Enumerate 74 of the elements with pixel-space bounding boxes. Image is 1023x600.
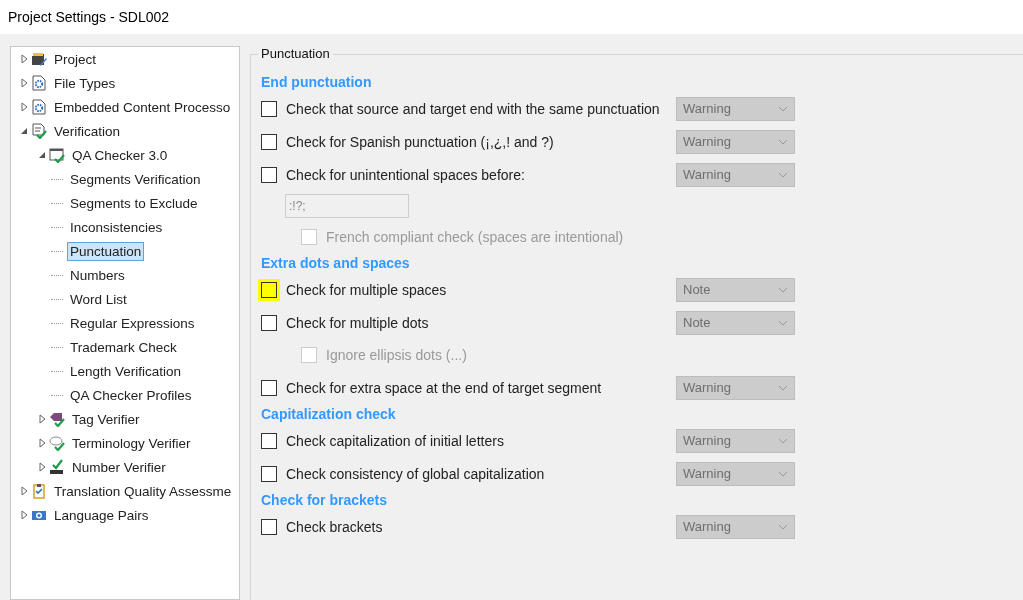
- tree-item[interactable]: Word List: [67, 289, 130, 309]
- group-title: Punctuation: [258, 46, 333, 61]
- tree-item[interactable]: Inconsistencies: [67, 217, 166, 237]
- folder-icon: [31, 51, 47, 67]
- caret-icon: [778, 470, 788, 477]
- collapse-arrow-icon[interactable]: [37, 150, 47, 160]
- tree-item[interactable]: Numbers: [67, 265, 128, 285]
- window-title: Project Settings - SDL002: [8, 9, 170, 25]
- caret-icon: [778, 523, 788, 530]
- expand-arrow-icon[interactable]: [19, 486, 29, 496]
- tree-item[interactable]: Embedded Content Processo: [51, 97, 234, 117]
- caret-icon: [778, 437, 788, 444]
- tree-item[interactable]: Tag Verifier: [69, 409, 143, 429]
- tree-item[interactable]: Number Verifier: [69, 457, 169, 477]
- expand-arrow-icon[interactable]: [37, 462, 47, 472]
- checkbox[interactable]: [261, 281, 277, 298]
- section-heading: End punctuation: [261, 74, 372, 90]
- tree-item[interactable]: Regular Expressions: [67, 313, 198, 333]
- clipboard-check-icon: [31, 483, 47, 499]
- expand-arrow-icon[interactable]: [37, 438, 47, 448]
- tree-item[interactable]: Segments Verification: [67, 169, 204, 189]
- caret-icon: [778, 319, 788, 326]
- section-heading: Capitalization check: [261, 406, 396, 422]
- tag-check-icon: [49, 411, 65, 427]
- tree-item[interactable]: Language Pairs: [51, 505, 152, 525]
- tree-item[interactable]: Length Verification: [67, 361, 185, 381]
- tree-item[interactable]: Terminology Verifier: [69, 433, 194, 453]
- checkbox[interactable]: [261, 465, 277, 482]
- tree-item[interactable]: File Types: [51, 73, 119, 93]
- caret-icon: [778, 384, 788, 391]
- document-check-icon: [31, 123, 47, 139]
- checkbox[interactable]: [261, 379, 277, 396]
- tree-item[interactable]: Segments to Exclude: [67, 193, 201, 213]
- tree-item[interactable]: QA Checker 3.0: [69, 145, 171, 165]
- checkbox-label: Check that source and target end with the same punctuation: [286, 100, 661, 117]
- tree-item[interactable]: Translation Quality Assessme: [51, 481, 235, 501]
- speech-check-icon: [49, 435, 65, 451]
- caret-icon: [778, 171, 788, 178]
- checkbox[interactable]: [261, 166, 277, 183]
- document-gear-icon: [31, 75, 47, 91]
- expand-arrow-icon[interactable]: [37, 414, 47, 424]
- window-check-icon: [49, 147, 65, 163]
- checkbox-label: French compliant check (spaces are intentional): [326, 229, 625, 245]
- tree-item[interactable]: Project: [51, 49, 100, 69]
- checkbox-label: Check consistency of global capitalization: [286, 465, 546, 482]
- checkbox-label: Check capitalization of initial letters: [286, 432, 505, 449]
- expand-arrow-icon[interactable]: [19, 54, 29, 64]
- tree-item[interactable]: Verification: [51, 121, 124, 141]
- expand-arrow-icon[interactable]: [19, 78, 29, 88]
- section-heading: Check for brackets: [261, 492, 388, 508]
- checkbox[interactable]: [261, 432, 277, 449]
- tree-item[interactable]: Punctuation: [67, 241, 145, 261]
- checkbox-label: Check for multiple dots: [286, 314, 430, 331]
- caret-icon: [778, 286, 788, 293]
- checkbox-label: Check for extra space at the end of target segment: [286, 379, 603, 396]
- collapse-arrow-icon[interactable]: [19, 126, 29, 136]
- checkbox[interactable]: [261, 314, 277, 331]
- checkbox[interactable]: [261, 518, 277, 535]
- checkbox[interactable]: [261, 133, 277, 150]
- checkbox-label: Check for Spanish punctuation (¡,¿,! and ?): [286, 133, 555, 150]
- caret-icon: [778, 105, 788, 112]
- checkbox-label: Check for unintentional spaces before:: [286, 166, 526, 183]
- document-gear-icon: [31, 99, 47, 115]
- section-heading: Extra dots and spaces: [261, 255, 410, 271]
- checkbox-label: Ignore ellipsis dots (...): [326, 347, 468, 363]
- checkbox-label: Check brackets: [286, 518, 384, 535]
- checkbox[interactable]: [261, 100, 277, 117]
- tree-item[interactable]: Trademark Check: [67, 337, 180, 357]
- number-check-icon: [49, 459, 65, 475]
- expand-arrow-icon[interactable]: [19, 510, 29, 520]
- checkbox-label: Check for multiple spaces: [286, 281, 448, 298]
- caret-icon: [778, 138, 788, 145]
- tree-item[interactable]: QA Checker Profiles: [67, 385, 195, 405]
- expand-arrow-icon[interactable]: [19, 102, 29, 112]
